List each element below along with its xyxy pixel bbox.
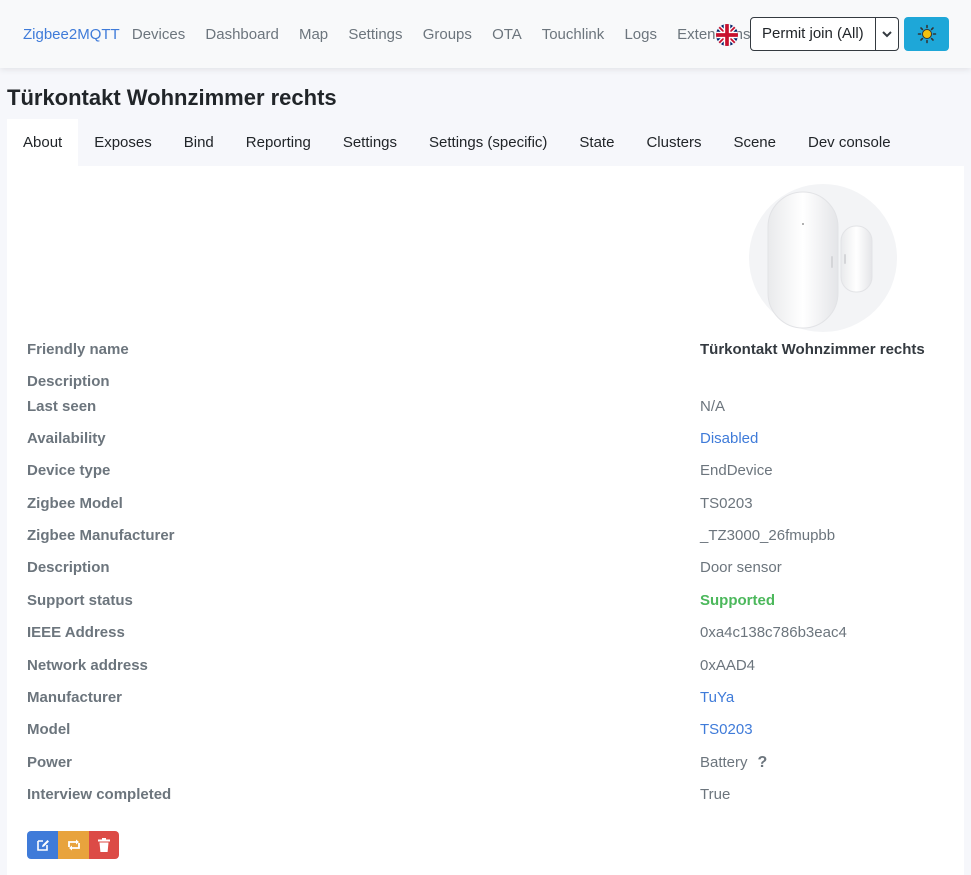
info-value: True <box>700 786 731 803</box>
nav-brand[interactable]: Zigbee2MQTT <box>23 26 120 43</box>
tab-settings[interactable]: Settings <box>327 119 413 166</box>
info-row-power: Power Battery? <box>27 754 957 778</box>
power-value-wrap: Battery? <box>700 754 767 772</box>
info-row-ieee-address: IEEE Address 0xa4c138c786b3eac4 <box>27 624 957 648</box>
nav-link-groups[interactable]: Groups <box>423 26 472 43</box>
nav-link-extensions[interactable]: Extensions <box>677 26 750 43</box>
tab-dev-console[interactable]: Dev console <box>792 119 907 166</box>
support-status-value: Supported <box>700 592 775 609</box>
info-label: Friendly name <box>27 341 129 358</box>
info-label: Manufacturer <box>27 689 123 706</box>
tab-state[interactable]: State <box>563 119 630 166</box>
info-row-availability: Availability Disabled <box>27 430 957 454</box>
info-value: EndDevice <box>700 462 773 479</box>
tab-about[interactable]: About <box>7 119 79 166</box>
info-row-interview-completed: Interview completed True <box>27 786 957 810</box>
sun-icon <box>917 24 936 44</box>
info-row-model: Model TS0203 <box>27 721 957 745</box>
nav-link-devices[interactable]: Devices <box>132 26 185 43</box>
model-link[interactable]: TS0203 <box>700 721 753 738</box>
permit-join-dropdown-toggle[interactable] <box>874 18 898 50</box>
info-label: Zigbee Manufacturer <box>27 527 175 544</box>
nav-links: Zigbee2MQTT Devices Dashboard Map Settin… <box>23 25 767 45</box>
chevron-down-icon <box>881 31 892 38</box>
info-row-last-seen: Last seen N/A <box>27 398 957 422</box>
info-row-description: Description <box>27 373 957 397</box>
info-label: Interview completed <box>27 786 172 803</box>
info-label: Description <box>27 373 110 390</box>
info-label: Availability <box>27 430 106 447</box>
info-row-device-type: Device type EndDevice <box>27 462 957 486</box>
info-row-manufacturer: Manufacturer TuYa <box>27 689 957 713</box>
permit-join-group: Permit join (All) <box>750 17 899 51</box>
info-label: Support status <box>27 592 133 609</box>
theme-toggle-button[interactable] <box>904 17 949 51</box>
edit-icon <box>36 840 49 851</box>
info-value: Door sensor <box>700 559 782 576</box>
nav-link-logs[interactable]: Logs <box>624 26 657 43</box>
about-panel: Friendly name Türkontakt Wohnzimmer rech… <box>7 166 964 875</box>
tab-exposes[interactable]: Exposes <box>78 119 168 166</box>
info-label: Last seen <box>27 398 97 415</box>
info-label: Device type <box>27 462 111 479</box>
remove-device-button[interactable] <box>89 831 119 859</box>
info-row-zigbee-model: Zigbee Model TS0203 <box>27 495 957 519</box>
info-row-friendly-name: Friendly name Türkontakt Wohnzimmer rech… <box>27 341 957 365</box>
nav-link-touchlink[interactable]: Touchlink <box>542 26 605 43</box>
permit-join-button[interactable]: Permit join (All) <box>751 18 875 50</box>
tab-reporting[interactable]: Reporting <box>230 119 327 166</box>
info-row-zigbee-manufacturer: Zigbee Manufacturer _TZ3000_26fmupbb <box>27 527 957 551</box>
info-value: Türkontakt Wohnzimmer rechts <box>700 341 925 358</box>
reconfigure-button[interactable] <box>58 831 89 859</box>
device-tabs: About Exposes Bind Reporting Settings Se… <box>7 119 907 166</box>
reconfigure-icon <box>67 839 80 851</box>
info-row-support-status: Support status Supported <box>27 592 957 616</box>
info-label: Description <box>27 559 110 576</box>
info-value: TS0203 <box>700 495 753 512</box>
tab-settings-specific[interactable]: Settings (specific) <box>413 119 563 166</box>
uk-flag-icon[interactable] <box>716 24 738 46</box>
info-label: IEEE Address <box>27 624 125 641</box>
tab-scene[interactable]: Scene <box>717 119 792 166</box>
info-label: Network address <box>27 657 148 674</box>
info-row-network-address: Network address 0xAAD4 <box>27 657 957 681</box>
info-value: _TZ3000_26fmupbb <box>700 527 836 544</box>
tab-clusters[interactable]: Clusters <box>630 119 717 166</box>
question-icon[interactable]: ? <box>758 754 768 772</box>
device-actions <box>27 831 119 859</box>
nav-link-ota[interactable]: OTA <box>492 26 522 43</box>
info-value: Battery <box>700 754 748 771</box>
info-label: Zigbee Model <box>27 495 123 512</box>
info-row-description-2: Description Door sensor <box>27 559 957 583</box>
info-value: 0xa4c138c786b3eac4 <box>700 624 847 641</box>
nav-link-map[interactable]: Map <box>299 26 328 43</box>
info-label: Power <box>27 754 73 771</box>
info-value: N/A <box>700 398 726 415</box>
tab-bind[interactable]: Bind <box>168 119 230 166</box>
device-image <box>749 184 897 332</box>
trash-icon <box>98 838 110 852</box>
nav-link-settings[interactable]: Settings <box>348 26 402 43</box>
availability-link[interactable]: Disabled <box>700 430 758 447</box>
navbar: Zigbee2MQTT Devices Dashboard Map Settin… <box>0 0 971 68</box>
nav-link-dashboard[interactable]: Dashboard <box>205 26 278 43</box>
page-title: Türkontakt Wohnzimmer rechts <box>7 85 337 110</box>
manufacturer-link[interactable]: TuYa <box>700 689 734 706</box>
rename-device-button[interactable] <box>27 831 58 859</box>
info-value: 0xAAD4 <box>700 657 756 674</box>
info-label: Model <box>27 721 71 738</box>
